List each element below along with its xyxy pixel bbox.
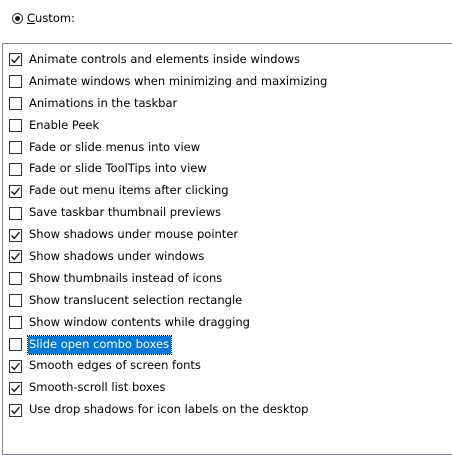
effect-item[interactable]: Animations in the taskbar [9,93,329,115]
effect-checkbox[interactable] [9,272,22,286]
effect-item[interactable]: Use drop shadows for icon labels on the … [9,399,329,421]
effect-label: Animate windows when minimizing and maxi… [29,73,328,88]
effect-checkbox[interactable] [9,316,22,330]
effect-item[interactable]: Slide open combo boxes [9,334,329,356]
radio-selected-dot [15,15,20,21]
custom-radio-option[interactable]: Custom: [12,8,75,28]
effect-checkbox[interactable] [9,75,22,89]
visual-effects-checklist[interactable]: Animate controls and elements inside win… [2,43,452,455]
effect-checkbox[interactable] [9,206,22,220]
effect-item[interactable]: Fade or slide menus into view [9,137,329,159]
effect-checkbox[interactable] [9,119,22,133]
effect-label: Animations in the taskbar [29,95,178,110]
effect-label: Slide open combo boxes [26,334,173,355]
effect-label: Animate controls and elements inside win… [29,51,301,66]
effect-item[interactable]: Animate controls and elements inside win… [9,49,329,71]
effect-checkbox[interactable] [9,162,22,176]
custom-radio-label-rest: ustom: [35,11,75,25]
checkmark-icon [11,384,21,393]
effect-checkbox[interactable] [9,53,22,67]
effect-checkbox[interactable] [9,403,22,417]
effect-checkbox[interactable] [9,359,22,373]
effect-checkbox[interactable] [9,97,22,111]
effect-checkbox[interactable] [9,338,22,352]
checkmark-icon [11,362,21,371]
effect-item[interactable]: Fade out menu items after clicking [9,180,329,202]
effect-label: Smooth-scroll list boxes [29,380,166,395]
custom-radio-label-accesskey: C [27,11,36,25]
effect-label: Show shadows under windows [29,248,205,263]
checkmark-icon [11,231,21,239]
effect-checkbox[interactable] [9,294,22,308]
effect-item[interactable]: Save taskbar thumbnail previews [9,202,329,224]
effect-item[interactable]: Enable Peek [9,115,329,137]
effect-label: Fade or slide ToolTips into view [29,161,207,176]
effect-label: Enable Peek [29,117,100,132]
effect-item[interactable]: Smooth edges of screen fonts [9,355,329,377]
custom-radio-label: Custom: [27,11,75,25]
checkmark-icon [11,253,21,261]
effects-list: Animate controls and elements inside win… [9,49,329,421]
custom-radio-button[interactable] [12,12,23,24]
effect-label: Show thumbnails instead of icons [29,270,223,285]
effect-label: Show shadows under mouse pointer [29,227,239,242]
effect-item[interactable]: Show shadows under mouse pointer [9,224,329,246]
effect-item[interactable]: Show window contents while dragging [9,312,329,334]
effect-checkbox[interactable] [9,228,22,242]
effect-checkbox[interactable] [9,141,22,154]
effect-label: Fade out menu items after clicking [29,183,229,198]
effect-label: Show translucent selection rectangle [29,292,243,307]
effect-label: Fade or slide menus into view [29,139,201,154]
effect-checkbox[interactable] [9,250,22,264]
checkmark-icon [11,406,21,415]
effect-item[interactable]: Animate windows when minimizing and maxi… [9,71,329,93]
effect-label: Smooth edges of screen fonts [29,358,201,373]
effect-checkbox[interactable] [9,381,22,395]
effect-item[interactable]: Fade or slide ToolTips into view [9,158,329,180]
checkmark-icon [11,187,21,196]
effect-item[interactable]: Show shadows under windows [9,246,329,268]
effect-label: Show window contents while dragging [29,314,250,329]
checkmark-icon [11,56,21,64]
effect-item[interactable]: Smooth-scroll list boxes [9,377,329,399]
effect-item[interactable]: Show thumbnails instead of icons [9,268,329,290]
effect-label: Save taskbar thumbnail previews [29,205,222,220]
effect-label: Use drop shadows for icon labels on the … [29,402,309,417]
effect-checkbox[interactable] [9,184,22,198]
effect-item[interactable]: Show translucent selection rectangle [9,290,329,312]
